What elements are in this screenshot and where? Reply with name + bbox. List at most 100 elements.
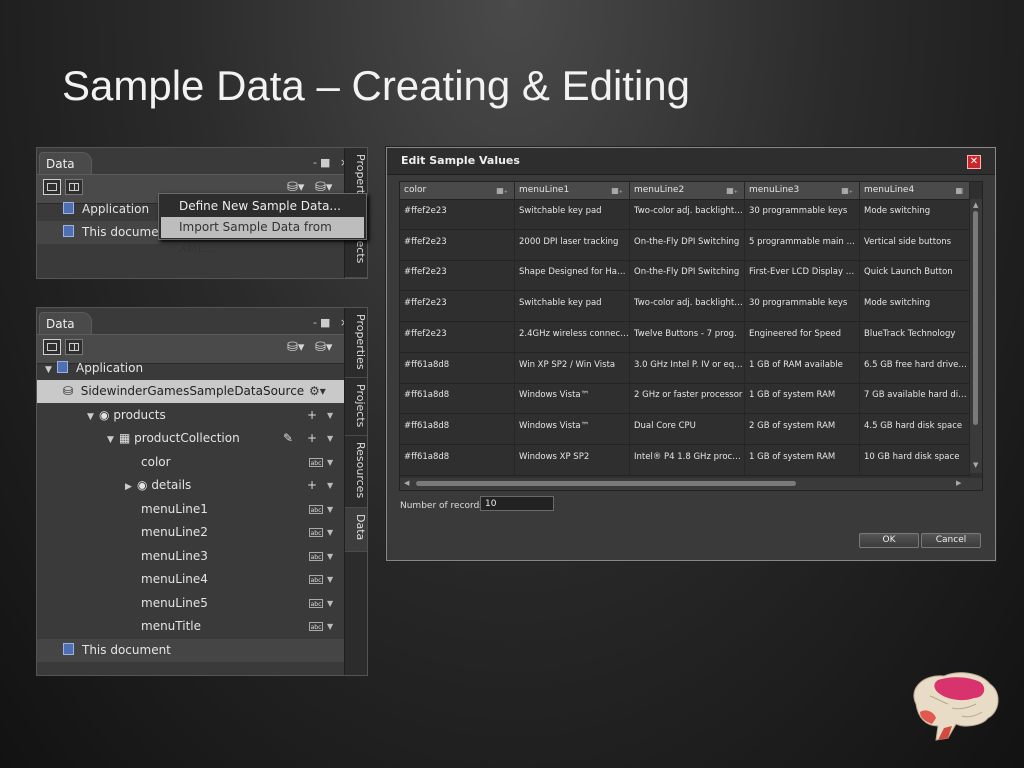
string-type-icon[interactable]: abc [309, 622, 323, 631]
table-row[interactable]: #ff61a8d8 Windows XP SP2 Intel® P4 1.8 GHz… [400, 444, 970, 476]
table-row[interactable]: #ffef2e23 2.4GHz wireless connection Twelv… [400, 321, 970, 353]
table-row[interactable]: #ff61a8d8 Windows Vista™ Dual Core CPU 2 GB… [400, 413, 970, 445]
tree-item-product-collection[interactable]: ▼ ▦ productCollection ✎ + ▼ [37, 427, 345, 450]
side-tab-data[interactable]: Data [345, 508, 367, 552]
grid-cell[interactable]: BlueTrack Technology [860, 321, 970, 352]
grid-cell[interactable]: 3.0 GHz Intel P. IV or equiv. [630, 352, 745, 383]
grid-cell[interactable]: 2 GB of system RAM [745, 413, 860, 444]
grid-cell[interactable]: #ff61a8d8 [400, 444, 515, 475]
grid-cell[interactable]: 5 programmable main butt... [745, 229, 860, 260]
grid-cell[interactable]: 10 GB hard disk space [860, 444, 970, 475]
list-view-button[interactable] [43, 179, 61, 195]
grid-cell[interactable]: Quick Launch Button [860, 260, 970, 291]
vertical-scroll-thumb[interactable] [973, 211, 978, 425]
database-add-icon[interactable]: ⛁▾ [287, 340, 304, 355]
menu-item-define-sample-data[interactable]: Define New Sample Data... [159, 196, 366, 217]
collapse-arrow-icon[interactable]: ▼ [107, 429, 119, 452]
list-view-button[interactable] [43, 339, 61, 355]
column-header[interactable]: menuLine3 ▦₊ [745, 182, 860, 199]
tree-item-field[interactable]: menuLine4 abc ▼ [37, 568, 345, 591]
grid-cell[interactable]: #ffef2e23 [400, 291, 515, 322]
chevron-down-icon[interactable]: ▼ [327, 568, 333, 591]
side-tab-resources[interactable]: Resources [345, 436, 367, 508]
grid-cell[interactable]: 1 GB of system RAM [745, 444, 860, 475]
grid-cell[interactable]: 1 GB of RAM available [745, 352, 860, 383]
grid-cell[interactable]: Two-color adj. backlighting... [630, 199, 745, 229]
chevron-down-icon[interactable]: ▼ [327, 427, 333, 450]
collapse-arrow-icon[interactable]: ▼ [87, 406, 99, 429]
tree-item-field[interactable]: ▶ ◉ details + ▼ [37, 474, 345, 497]
grid-cell[interactable]: Engineered for Speed [745, 321, 860, 352]
string-type-icon[interactable]: abc [309, 552, 323, 561]
grid-cell[interactable]: Twelve Buttons - 7 prog. [630, 321, 745, 352]
string-type-icon[interactable]: abc [309, 505, 323, 514]
grid-cell[interactable]: Switchable key pad [515, 291, 630, 322]
grid-cell[interactable]: Switchable key pad [515, 199, 630, 229]
database-new-icon[interactable]: ⛁▾ [315, 340, 332, 355]
column-header[interactable]: color ▦₊ [400, 182, 515, 199]
grid-cell[interactable]: #ff61a8d8 [400, 413, 515, 444]
scroll-up-icon[interactable]: ▲ [973, 201, 978, 209]
grid-view-button[interactable] [65, 179, 83, 195]
edit-values-icon[interactable]: ✎ [283, 427, 293, 450]
grid-view-button[interactable] [65, 339, 83, 355]
tree-item-this-document[interactable]: This document [37, 639, 345, 662]
tree-item-products[interactable]: ▼ ◉ products + ▼ [37, 404, 345, 427]
grid-cell[interactable]: Two-color adj. backlighting... [630, 291, 745, 322]
grid-cell[interactable]: 7 GB available hard disk sp... [860, 383, 970, 414]
horizontal-scrollbar[interactable]: ◀ ▶ [400, 478, 982, 490]
grid-cell[interactable]: 2000 DPI laser tracking [515, 229, 630, 260]
data-tab[interactable]: Data [39, 152, 92, 175]
number-of-records-input[interactable] [480, 496, 554, 511]
grid-cell[interactable]: Mode switching [860, 199, 970, 229]
chevron-down-icon[interactable]: ▼ [327, 521, 333, 544]
grid-cell[interactable]: Dual Core CPU [630, 413, 745, 444]
tree-item-field[interactable]: menuLine1 abc ▼ [37, 498, 345, 521]
chevron-down-icon[interactable]: ▼ [327, 615, 333, 638]
column-header[interactable]: menuLine1 ▦₊ [515, 182, 630, 199]
grid-cell[interactable]: 30 programmable keys [745, 291, 860, 322]
collapse-arrow-icon[interactable]: ▼ [45, 359, 57, 382]
cancel-button[interactable]: Cancel [921, 533, 981, 548]
grid-cell[interactable]: 30 programmable keys [745, 199, 860, 229]
tree-item-field[interactable]: menuTitle abc ▼ [37, 615, 345, 638]
scroll-left-icon[interactable]: ◀ [404, 479, 409, 487]
string-type-icon[interactable]: abc [309, 528, 323, 537]
chevron-down-icon[interactable]: ▼ [327, 592, 333, 615]
chevron-down-icon[interactable]: ▼ [327, 474, 333, 497]
grid-cell[interactable]: 4.5 GB hard disk space [860, 413, 970, 444]
side-tab-properties[interactable]: Properties [345, 308, 367, 378]
close-icon[interactable]: ✕ [967, 155, 981, 169]
table-row[interactable]: #ff61a8d8 Windows Vista™ 2 GHz or faster p… [400, 383, 970, 415]
tree-item-field[interactable]: color abc ▼ [37, 451, 345, 474]
grid-cell[interactable]: #ffef2e23 [400, 321, 515, 352]
grid-cell[interactable]: On-the-Fly DPI Switching [630, 260, 745, 291]
chevron-down-icon[interactable]: ▼ [327, 451, 333, 474]
column-header[interactable]: menuLine4 ▦ [860, 182, 970, 199]
table-row[interactable]: #ffef2e23 Switchable key pad Two-color adj… [400, 291, 970, 323]
string-type-icon[interactable]: abc [309, 599, 323, 608]
ok-button[interactable]: OK [859, 533, 919, 548]
horizontal-scroll-thumb[interactable] [416, 481, 796, 486]
grid-cell[interactable]: On-the-Fly DPI Switching [630, 229, 745, 260]
column-type-icon[interactable]: ▦₊ [841, 182, 853, 199]
grid-cell[interactable]: 1 GB of system RAM [745, 383, 860, 414]
grid-cell[interactable]: Windows Vista™ [515, 383, 630, 414]
column-type-icon[interactable]: ▦₊ [496, 182, 508, 199]
tree-item-field[interactable]: menuLine3 abc ▼ [37, 545, 345, 568]
tree-item-application[interactable]: ▼ Application [37, 357, 345, 380]
scroll-down-icon[interactable]: ▼ [973, 461, 978, 469]
table-row[interactable]: #ff61a8d8 Win XP SP2 / Win Vista 3.0 GHz I… [400, 352, 970, 384]
grid-cell[interactable]: 2 GHz or faster processor [630, 383, 745, 414]
tree-item-data-source[interactable]: ⛁ SidewinderGamesSampleDataSource ⚙▾ [37, 380, 345, 403]
grid-cell[interactable]: Windows Vista™ [515, 413, 630, 444]
chevron-down-icon[interactable]: ▼ [327, 498, 333, 521]
add-property-icon[interactable]: + [307, 404, 317, 427]
grid-cell[interactable]: #ff61a8d8 [400, 352, 515, 383]
grid-cell[interactable]: Win XP SP2 / Win Vista [515, 352, 630, 383]
data-tab[interactable]: Data [39, 312, 92, 335]
menu-item-import-sample-data[interactable]: Import Sample Data from XML... [161, 217, 364, 255]
expand-arrow-icon[interactable]: ▶ [125, 476, 137, 499]
grid-cell[interactable]: Vertical side buttons [860, 229, 970, 260]
grid-cell[interactable]: Intel® P4 1.8 GHz processor [630, 444, 745, 475]
